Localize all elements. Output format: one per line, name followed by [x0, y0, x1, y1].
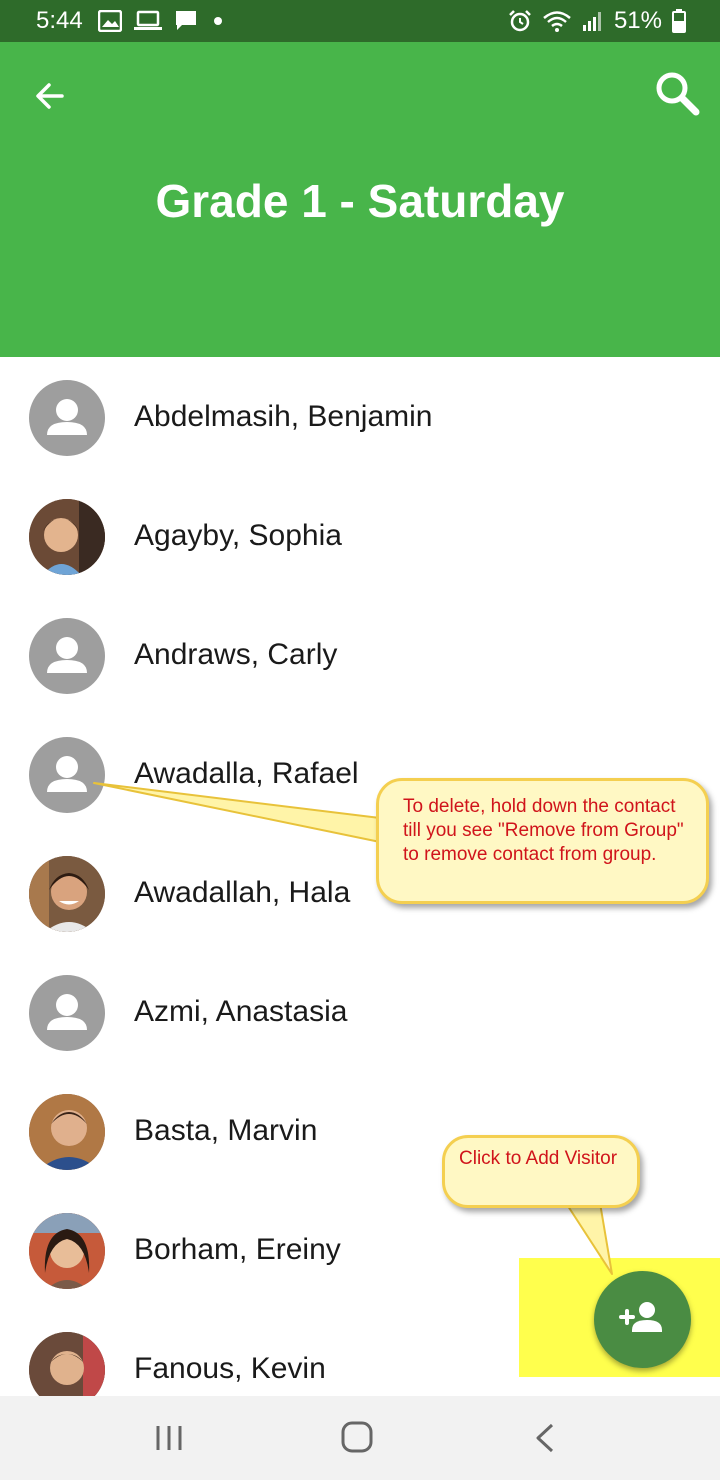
add-visitor-callout: Click to Add Visitor — [442, 1135, 640, 1208]
arrow-left-icon — [36, 83, 64, 109]
add-visitor-text: Click to Add Visitor — [459, 1148, 618, 1169]
wifi-icon — [543, 11, 571, 32]
battery-icon — [672, 9, 686, 33]
status-right: 51% — [508, 7, 686, 35]
add-visitor-button[interactable] — [594, 1271, 691, 1368]
contact-name: Borham, Ereiny — [134, 1233, 341, 1266]
notification-dot — [214, 17, 222, 25]
back-button[interactable] — [30, 76, 70, 116]
search-icon — [656, 72, 700, 116]
avatar-photo — [29, 1213, 105, 1289]
contact-item[interactable]: Andraws, Carly — [0, 595, 720, 714]
delete-help-text: To delete, hold down the contact till yo… — [403, 796, 684, 865]
delete-help-callout: To delete, hold down the contact till yo… — [376, 778, 709, 904]
avatar-placeholder-icon — [29, 737, 105, 813]
contact-item[interactable]: Azmi, Anastasia — [0, 952, 720, 1071]
avatar-placeholder-icon — [29, 618, 105, 694]
contact-name: Basta, Marvin — [134, 1114, 318, 1147]
avatar-photo — [29, 856, 105, 932]
contact-name: Awadalla, Rafael — [134, 757, 359, 790]
recents-icon[interactable] — [153, 1424, 185, 1452]
back-icon[interactable] — [532, 1422, 558, 1454]
app-bar: Grade 1 - Saturday — [0, 42, 720, 357]
contact-name: Agayby, Sophia — [134, 519, 342, 552]
contact-name: Abdelmasih, Benjamin — [134, 400, 433, 433]
status-time: 5:44 — [36, 7, 83, 34]
contact-name: Andraws, Carly — [134, 638, 338, 671]
contact-item[interactable]: Agayby, Sophia — [0, 476, 720, 595]
add-person-icon — [619, 1302, 662, 1332]
avatar-placeholder-icon — [29, 975, 105, 1051]
contact-item[interactable]: Abdelmasih, Benjamin — [0, 357, 720, 476]
search-button[interactable] — [654, 70, 700, 116]
signal-icon — [582, 12, 601, 31]
laptop-icon — [134, 10, 162, 30]
contact-name: Awadallah, Hala — [134, 876, 351, 909]
status-bar: 5:44 51% — [0, 0, 720, 42]
contact-name: Azmi, Anastasia — [134, 995, 348, 1028]
page-title: Grade 1 - Saturday — [155, 175, 565, 227]
system-nav-bar — [0, 1396, 720, 1480]
home-icon[interactable] — [340, 1420, 374, 1454]
avatar-photo — [29, 1094, 105, 1170]
contact-name: Fanous, Kevin — [134, 1352, 326, 1385]
status-left-icons — [98, 9, 222, 33]
avatar-placeholder-icon — [29, 380, 105, 456]
alarm-icon — [509, 10, 531, 32]
chat-icon — [176, 11, 196, 30]
avatar-photo — [29, 499, 105, 575]
image-icon — [98, 10, 122, 32]
battery-percent: 51% — [613, 7, 662, 34]
